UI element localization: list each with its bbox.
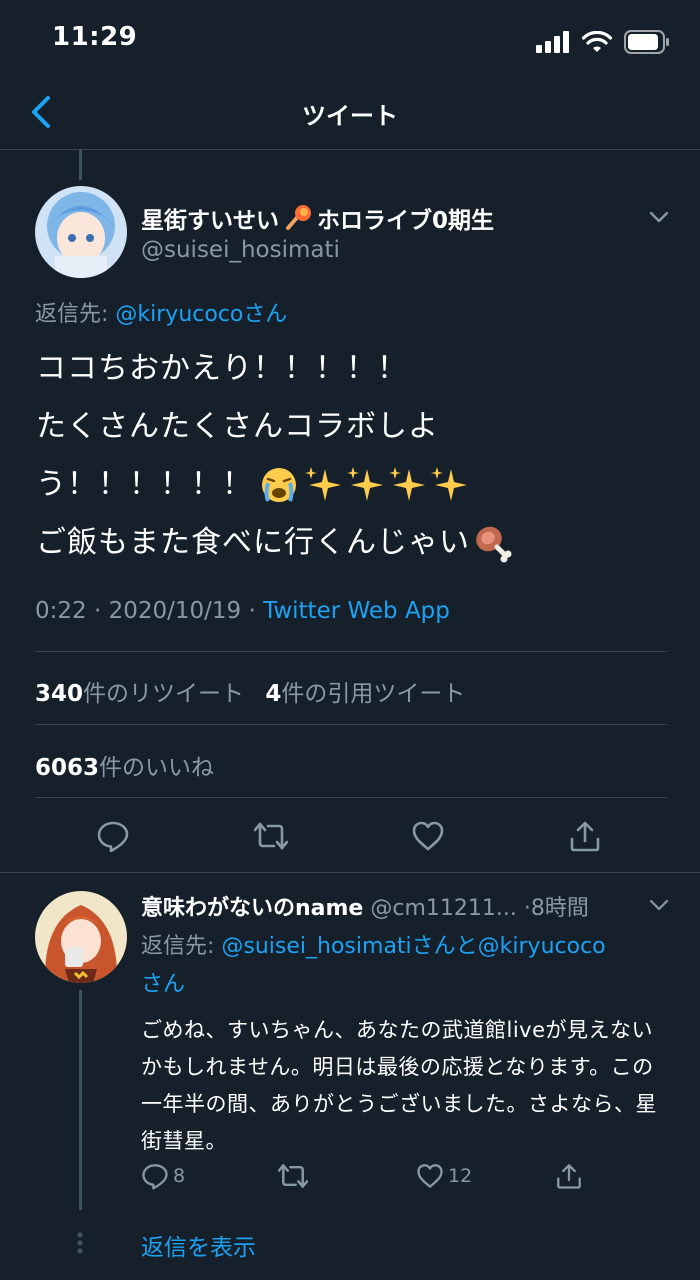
status-icons	[536, 30, 670, 54]
sparkles-emoji-icon	[305, 467, 341, 501]
sparkles-emoji-icon	[389, 467, 425, 501]
sparkles-emoji-icon	[347, 467, 383, 501]
tweet-source-link[interactable]: Twitter Web App	[263, 598, 450, 624]
like-heart-icon	[417, 1164, 443, 1188]
meteor-emoji-icon	[286, 205, 311, 230]
reply-to-line: 返信先: @kiryucocoさん	[35, 296, 287, 328]
share-icon[interactable]	[568, 819, 602, 853]
like-heart-icon[interactable]	[411, 819, 445, 853]
reply-menu-chevron-icon[interactable]	[648, 898, 670, 912]
tweet-text-line: う！！！！！！	[36, 456, 676, 514]
reply-text: ごめね、すいちゃん、あなたの武道館liveが見えないかもしれません。明日は最後の…	[141, 1018, 657, 1153]
reply-like-count: 12	[448, 1165, 473, 1187]
reply-to-user-link[interactable]: @kiryucocoさん	[115, 302, 287, 327]
like-count: 6063	[35, 755, 100, 781]
reply-icon[interactable]	[96, 819, 130, 853]
tweet-text-line: たくさんたくさんコラボしよ	[36, 409, 439, 444]
avatar-image	[35, 186, 127, 278]
tweet-meta: 0:22 · 2020/10/19 · Twitter Web App	[35, 598, 450, 624]
crying-face-emoji-icon	[262, 468, 296, 502]
avatar-image	[35, 891, 127, 983]
tweet-timestamp: 0:22 · 2020/10/19 ·	[35, 598, 264, 624]
reply-author-avatar[interactable]	[35, 891, 127, 983]
reply-to-users-link[interactable]: @suisei_hosimatiさんと@kiryucoco	[221, 934, 605, 959]
tweet-text: ココちおかえり！！！！！ たくさんたくさんコラボしよ う！！！！！！ ご飯もまた	[36, 340, 676, 572]
quote-label: 件の引用ツイート	[281, 681, 466, 707]
retweets-link[interactable]: 340件のリツイート	[35, 681, 244, 707]
quotes-link[interactable]: 4件の引用ツイート	[265, 681, 465, 707]
author-handle[interactable]: @suisei_hosimati	[141, 237, 340, 263]
reply-icon	[142, 1164, 168, 1190]
reply-author-name[interactable]: 意味わがないのname	[141, 896, 363, 921]
show-replies-link[interactable]: 返信を表示	[141, 1228, 256, 1262]
reply-retweet-icon[interactable]	[278, 1161, 308, 1191]
reply-reply-count: 8	[173, 1165, 186, 1187]
reply-to-prefix: 返信先:	[35, 302, 116, 327]
reply-like-button[interactable]: 12	[416, 1162, 472, 1190]
divider	[35, 651, 667, 652]
retweet-label: 件のリツイート	[83, 681, 245, 707]
author-avatar[interactable]	[35, 186, 127, 278]
quote-count: 4	[265, 681, 282, 707]
retweet-icon[interactable]	[254, 819, 288, 853]
more-dots-icon	[77, 1232, 83, 1254]
reply-reply-button[interactable]: 8	[141, 1162, 185, 1190]
sparkles-emoji-icon	[431, 467, 467, 501]
thread-line	[79, 150, 82, 180]
status-time: 11:29	[52, 22, 138, 52]
page-title: ツイート	[302, 102, 398, 130]
reply-to-prefix: 返信先:	[141, 934, 222, 959]
tweet-text-segment: ご飯もまた食べに行くんじゃい	[36, 525, 470, 560]
battery-icon	[624, 30, 669, 54]
tweet-menu-chevron-icon[interactable]	[647, 209, 671, 225]
reply-to-suffix[interactable]: さん	[141, 972, 185, 997]
meat-on-bone-emoji-icon	[476, 526, 512, 563]
retweet-stats: 340件のリツイート 4件の引用ツイート	[35, 674, 465, 708]
divider	[35, 724, 667, 725]
author-name-text: 星街すいせい	[141, 208, 279, 234]
retweet-count: 340	[35, 681, 84, 707]
like-label: 件のいいね	[99, 755, 215, 781]
divider	[0, 872, 700, 873]
reply-share-icon[interactable]	[555, 1162, 583, 1190]
reply-to-line: 返信先: @suisei_hosimatiさんと@kiryucoco さん	[141, 928, 681, 1004]
tweet-text-line: ココちおかえり！！！！！	[36, 351, 408, 386]
author-name-suffix: ホロライブ0期生	[317, 208, 495, 234]
like-stats[interactable]: 6063件のいいね	[35, 748, 214, 782]
tweet-text-line: ご飯もまた食べに行くんじゃい	[36, 514, 676, 572]
thread-line	[79, 990, 82, 1210]
reply-time: ·8時間	[523, 896, 589, 921]
divider	[35, 797, 667, 798]
signal-icon	[536, 31, 569, 53]
reply-author-handle[interactable]: @cm11211...	[370, 896, 517, 921]
author-name[interactable]: 星街すいせい ホロライブ0期生	[141, 201, 494, 235]
tweet-text-segment: う！！！！！！	[36, 467, 253, 502]
wifi-icon	[582, 31, 612, 52]
reply-header: 意味わがないのname @cm11211... ·8時間	[141, 890, 589, 922]
